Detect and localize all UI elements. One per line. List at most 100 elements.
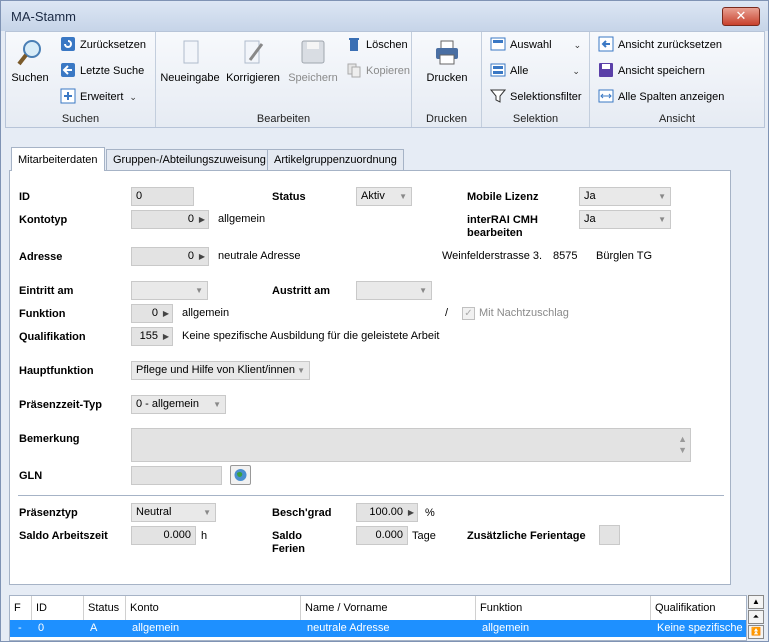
- column-header-funktion[interactable]: Funktion: [476, 596, 651, 620]
- arrow-right-icon: ▶: [198, 215, 205, 224]
- scroll-page-up-icon[interactable]: ⏶: [748, 610, 764, 624]
- beschgrad-field[interactable]: 100.00 ▶: [356, 503, 418, 522]
- mobile-lizenz-value: Ja: [584, 190, 596, 202]
- gln-lookup-button[interactable]: [230, 465, 251, 485]
- kontotyp-number-field[interactable]: 0 ▶: [131, 210, 209, 229]
- arrow-right-icon: ▶: [162, 309, 169, 318]
- id-field[interactable]: 0: [131, 187, 194, 206]
- zuruecksetzen-label: Zurücksetzen: [80, 39, 147, 51]
- alle-label: Alle: [510, 65, 529, 77]
- adresse-label: Adresse: [19, 251, 63, 263]
- status-select[interactable]: Aktiv ▼: [356, 187, 412, 206]
- letzte-suche-button[interactable]: Letzte Suche: [60, 62, 144, 82]
- reset-icon: [60, 36, 76, 52]
- zusatz-ferientage-field[interactable]: [599, 525, 620, 545]
- praesenzzeit-select[interactable]: 0 - allgemein ▼: [131, 395, 226, 414]
- column-header-status[interactable]: Status: [84, 596, 126, 620]
- speichern-button[interactable]: Speichern: [286, 38, 340, 84]
- alle-spalten-label: Alle Spalten anzeigen: [618, 91, 725, 103]
- close-button[interactable]: ✕: [722, 7, 760, 26]
- cell-f: -: [18, 622, 22, 634]
- ansicht-zuruecksetzen-button[interactable]: Ansicht zurücksetzen: [598, 36, 722, 56]
- mitarbeiter-grid: F ID Status Konto Name / Vorname Funktio…: [9, 595, 747, 641]
- mobile-lizenz-select[interactable]: Ja ▼: [579, 187, 671, 206]
- group-label-selektion: Selektion: [512, 113, 559, 125]
- praesenztyp-select[interactable]: Neutral ▼: [131, 503, 216, 522]
- dropdown-arrow-icon: ▼: [195, 286, 203, 295]
- alle-button[interactable]: Alle ⌄: [490, 62, 580, 82]
- view-reset-icon: [598, 36, 614, 52]
- chevron-down-icon: ⌄: [572, 66, 580, 76]
- gln-label: GLN: [19, 470, 43, 482]
- selektionsfilter-button[interactable]: Selektionsfilter: [489, 88, 582, 108]
- drucken-button[interactable]: Drucken: [420, 38, 474, 84]
- loeschen-button[interactable]: Löschen: [346, 36, 408, 56]
- ribbon-group-bearbeiten: Neueingabe Korrigieren Speichern Löschen…: [156, 32, 412, 127]
- edit-document-icon: [238, 38, 268, 68]
- zuruecksetzen-button[interactable]: Zurücksetzen: [60, 36, 146, 56]
- adresse-number-field[interactable]: 0 ▶: [131, 247, 209, 266]
- cell-qualifikation: Keine spezifische: [657, 622, 743, 634]
- kontotyp-label: Kontotyp: [19, 214, 68, 226]
- eintritt-label: Eintritt am: [19, 285, 74, 297]
- praesenzzeit-value: 0 - allgemein: [136, 398, 199, 410]
- drucken-label: Drucken: [426, 72, 468, 84]
- column-header-name[interactable]: Name / Vorname: [301, 596, 476, 620]
- qualifikation-number-field[interactable]: 155 ▶: [131, 327, 173, 346]
- saldo-ferien-field[interactable]: 0.000: [356, 526, 408, 545]
- hauptfunktion-label: Hauptfunktion: [19, 365, 94, 377]
- new-document-icon: [175, 38, 205, 68]
- loeschen-label: Löschen: [366, 39, 408, 51]
- arrow-right-icon: ▶: [198, 252, 205, 261]
- erweitert-button[interactable]: Erweitert ⌄: [60, 88, 137, 108]
- suchen-button[interactable]: Suchen: [10, 38, 50, 84]
- zusatz-ferientage-label: Zusätzliche Ferientage: [467, 530, 586, 542]
- trash-icon: [346, 36, 362, 52]
- austritt-label: Austritt am: [272, 285, 331, 297]
- tab-artikelgruppen[interactable]: Artikelgruppenzuordnung: [267, 149, 404, 171]
- column-header-qualifikation[interactable]: Qualifikation: [651, 596, 746, 620]
- selektionsfilter-label: Selektionsfilter: [510, 91, 582, 103]
- adresse-plz: 8575: [551, 248, 589, 265]
- hours-unit: h: [201, 530, 208, 542]
- gln-field[interactable]: [131, 466, 222, 485]
- beschgrad-value: 100.00: [369, 506, 403, 518]
- funktion-number-field[interactable]: 0 ▶: [131, 304, 173, 323]
- scroll-top-icon[interactable]: ⏫: [748, 625, 764, 639]
- hauptfunktion-select[interactable]: Pflege und Hilfe von Klient/innen ▼: [131, 361, 310, 380]
- scroll-up-icon[interactable]: ▲: [748, 595, 764, 609]
- kopieren-button[interactable]: Kopieren: [346, 62, 410, 82]
- tab-gruppen-abteilung[interactable]: Gruppen-/Abteilungszuweisung: [106, 149, 273, 171]
- qualifikation-text: Keine spezifische Ausbildung für die gel…: [180, 328, 722, 345]
- neueingabe-button[interactable]: Neueingabe: [160, 38, 220, 84]
- column-header-id[interactable]: ID: [32, 596, 84, 620]
- tab-mitarbeiterdaten[interactable]: Mitarbeiterdaten: [11, 147, 105, 171]
- copy-icon: [346, 62, 362, 78]
- column-header-konto[interactable]: Konto: [126, 596, 301, 620]
- adresse-zusatz: [330, 248, 428, 265]
- ribbon-group-ansicht: Ansicht zurücksetzen Ansicht speichern A…: [590, 32, 764, 127]
- erweitert-label: Erweitert: [80, 91, 124, 103]
- beschgrad-label: Besch'grad: [272, 507, 332, 519]
- group-label-bearbeiten: Bearbeiten: [256, 113, 311, 125]
- alle-spalten-button[interactable]: Alle Spalten anzeigen: [598, 88, 724, 108]
- ribbon-group-drucken: Drucken Drucken: [412, 32, 482, 127]
- saldo-arbeitszeit-field[interactable]: 0.000: [131, 526, 196, 545]
- austritt-date[interactable]: ▼: [356, 281, 432, 300]
- ribbon-group-selektion: Auswahl ⌄ Alle ⌄ Selektionsfilter Selektio…: [482, 32, 590, 127]
- auswahl-button[interactable]: Auswahl ⌄: [490, 36, 581, 56]
- nachtzuschlag-checkbox[interactable]: ✓: [462, 307, 475, 320]
- column-header-f[interactable]: F: [10, 596, 32, 620]
- eintritt-date[interactable]: ▼: [131, 281, 208, 300]
- table-row[interactable]: - 0 A allgemein neutrale Adresse allgeme…: [10, 620, 746, 637]
- korrigieren-button[interactable]: Korrigieren: [224, 38, 282, 84]
- interrai-select[interactable]: Ja ▼: [579, 210, 671, 229]
- qualifikation-label: Qualifikation: [19, 331, 86, 343]
- scroll-down-icon[interactable]: ▼: [678, 442, 687, 459]
- cell-id: 0: [38, 622, 45, 634]
- group-label-suchen: Suchen: [61, 113, 100, 125]
- ansicht-speichern-button[interactable]: Ansicht speichern: [598, 62, 705, 82]
- status-value: Aktiv: [361, 190, 385, 202]
- arrow-right-icon: ▶: [407, 508, 414, 517]
- bemerkung-textarea[interactable]: ▲ ▼: [131, 428, 691, 462]
